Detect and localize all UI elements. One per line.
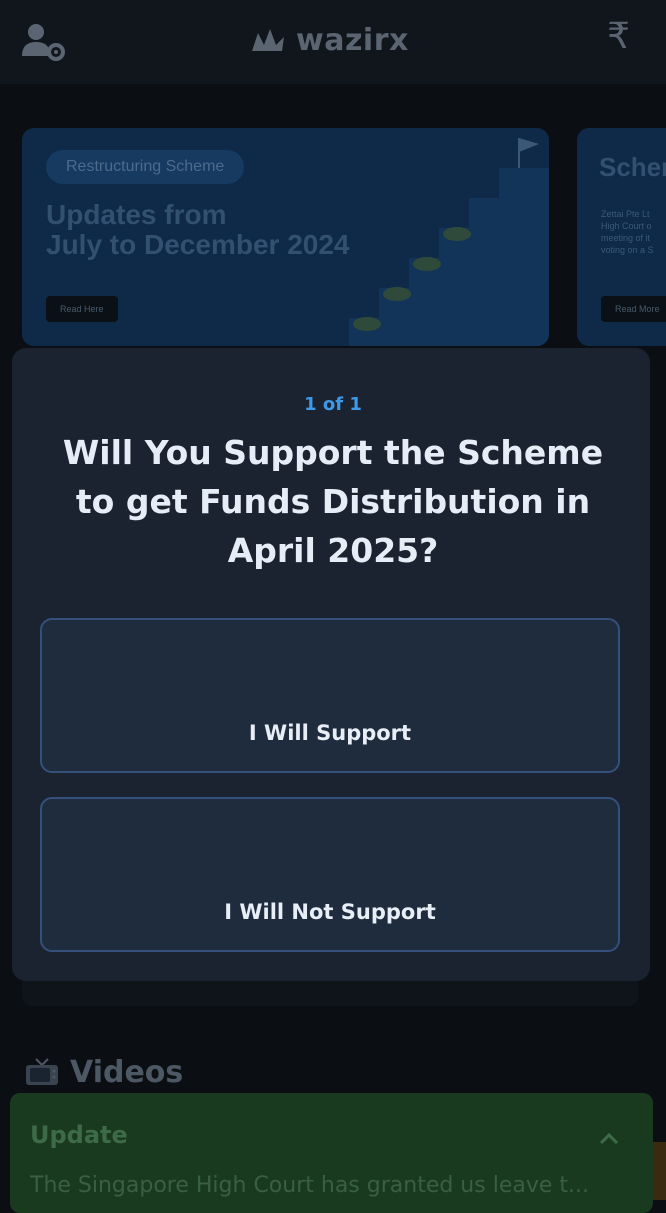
read-more-button[interactable]: Read More — [601, 296, 666, 322]
not-support-option-button[interactable]: I Will Not Support — [40, 797, 620, 952]
banner-pill: Restructuring Scheme — [46, 150, 245, 184]
support-option-button[interactable]: I Will Support — [40, 618, 620, 773]
banner2-line: voting on a S — [601, 245, 654, 255]
videos-title: Videos — [70, 1055, 184, 1090]
update-panel[interactable]: Update The Singapore High Court has gran… — [10, 1093, 653, 1213]
brand-name: wazirx — [296, 22, 409, 58]
update-text: The Singapore High Court has granted us … — [30, 1173, 589, 1198]
videos-section-header: Videos — [24, 1055, 183, 1090]
banner-scheme[interactable]: Scher Zettai Pte Lt High Court o meeting… — [577, 128, 666, 346]
card-shadow — [22, 978, 638, 1006]
user-settings-icon[interactable] — [22, 22, 68, 62]
chevron-up-icon[interactable] — [599, 1131, 619, 1145]
stairs-illustration — [349, 138, 549, 346]
option-label: I Will Support — [248, 721, 412, 745]
option-label: I Will Not Support — [224, 900, 436, 924]
question-text: Will You Support the Scheme to get Funds… — [62, 433, 604, 570]
app-header: wazirx ₹ — [0, 0, 666, 84]
edge-card — [653, 1142, 666, 1200]
read-here-button[interactable]: Read Here — [46, 296, 118, 322]
tv-icon — [26, 1057, 58, 1085]
banner2-line: Zettai Pte Lt — [601, 209, 650, 219]
currency-icon[interactable]: ₹ — [607, 16, 630, 57]
banner2-line: meeting of it — [601, 233, 651, 243]
banner2-body: Zettai Pte Lt High Court o meeting of it… — [601, 208, 666, 256]
question-counter: 1 of 1 — [304, 394, 362, 415]
banner2-title: Scher — [599, 152, 666, 182]
update-title: Update — [30, 1121, 128, 1149]
wazirx-logo-icon — [252, 29, 284, 51]
banner-restructuring[interactable]: Restructuring Scheme Updates from July t… — [22, 128, 549, 346]
banner2-line: High Court o — [601, 221, 652, 231]
brand-logo: wazirx — [250, 20, 409, 60]
